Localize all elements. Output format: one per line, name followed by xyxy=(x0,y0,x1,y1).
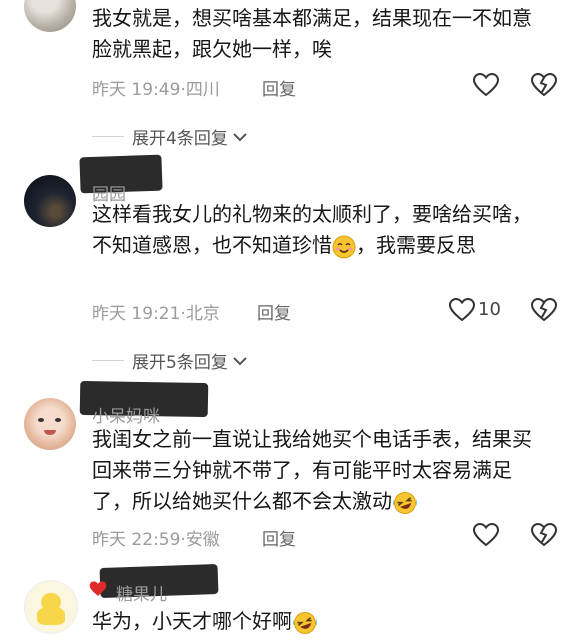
comment-text-part: 我闺女之前一直说让我给她买个电话手表，结果买回来带三分钟就不带了，有可能平时太容… xyxy=(92,427,532,513)
comment-location: 安徽 xyxy=(185,530,220,550)
comment-location: 北京 xyxy=(185,304,220,324)
smiling-face-emoji xyxy=(332,235,356,258)
dislike-heart-icon[interactable] xyxy=(530,522,558,548)
avatar[interactable] xyxy=(24,398,76,450)
dislike-heart-icon[interactable] xyxy=(530,72,558,98)
chevron-down-icon xyxy=(233,132,247,141)
comment-text: 这样看我女儿的礼物来的太顺利了，要啥给买啥，不知道感恩，也不知道珍惜 ，我需要反… xyxy=(92,199,532,261)
reply-button[interactable]: 回复 xyxy=(257,299,291,324)
like-count: 10 xyxy=(478,299,501,320)
comment-text-part: 华为，小天才哪个好啊 xyxy=(92,609,292,633)
comment-text-part: ，我需要反思 xyxy=(356,233,476,257)
avatar-eye xyxy=(55,418,61,422)
comment-text: 我闺女之前一直说让我给她买个电话手表，结果买回来带三分钟就不带了，有可能平时太容… xyxy=(92,424,532,517)
comment-time: 昨天 19:49 xyxy=(92,80,181,100)
reply-button[interactable]: 回复 xyxy=(262,75,296,100)
chevron-down-icon xyxy=(233,356,247,365)
comment-meta: 昨天 19:49·四川 xyxy=(92,75,220,100)
expand-replies-label: 展开4条回复 xyxy=(132,129,228,149)
avatar-figure-body xyxy=(37,607,65,625)
comment-time: 昨天 19:21 xyxy=(92,304,181,324)
avatar[interactable] xyxy=(24,175,76,227)
expand-replies-button[interactable]: 展开4条回复 xyxy=(132,124,249,149)
comment-meta: 昨天 19:21·北京 xyxy=(92,299,220,324)
expand-divider xyxy=(92,360,124,361)
comment-meta: 昨天 22:59·安徽 xyxy=(92,525,220,550)
heart-icon[interactable] xyxy=(472,522,500,548)
heart-icon[interactable] xyxy=(472,72,500,98)
comment-text: 我女就是，想买啥基本都满足，结果现在一不如意脸就黑起，跟欠她一样，唉 xyxy=(92,6,532,61)
heart-icon[interactable] xyxy=(448,297,476,323)
avatar-eye xyxy=(38,418,44,422)
expand-divider xyxy=(92,136,124,137)
comment-location: 四川 xyxy=(185,80,220,100)
avatar[interactable] xyxy=(24,580,78,634)
avatar[interactable] xyxy=(24,0,76,32)
comment-time: 昨天 22:59 xyxy=(92,530,181,550)
comment-text: 华为，小天才哪个好啊 xyxy=(92,606,532,637)
red-heart-icon xyxy=(89,581,107,596)
expand-replies-label: 展开5条回复 xyxy=(132,353,228,373)
avatar-mouth xyxy=(44,430,56,435)
rolling-laughing-emoji xyxy=(293,611,317,634)
comment-username[interactable]: 糖果儿 xyxy=(116,580,167,605)
dislike-heart-icon[interactable] xyxy=(530,297,558,323)
expand-replies-button[interactable]: 展开5条回复 xyxy=(132,348,249,373)
reply-button[interactable]: 回复 xyxy=(262,525,296,550)
rolling-laughing-emoji xyxy=(393,491,417,514)
